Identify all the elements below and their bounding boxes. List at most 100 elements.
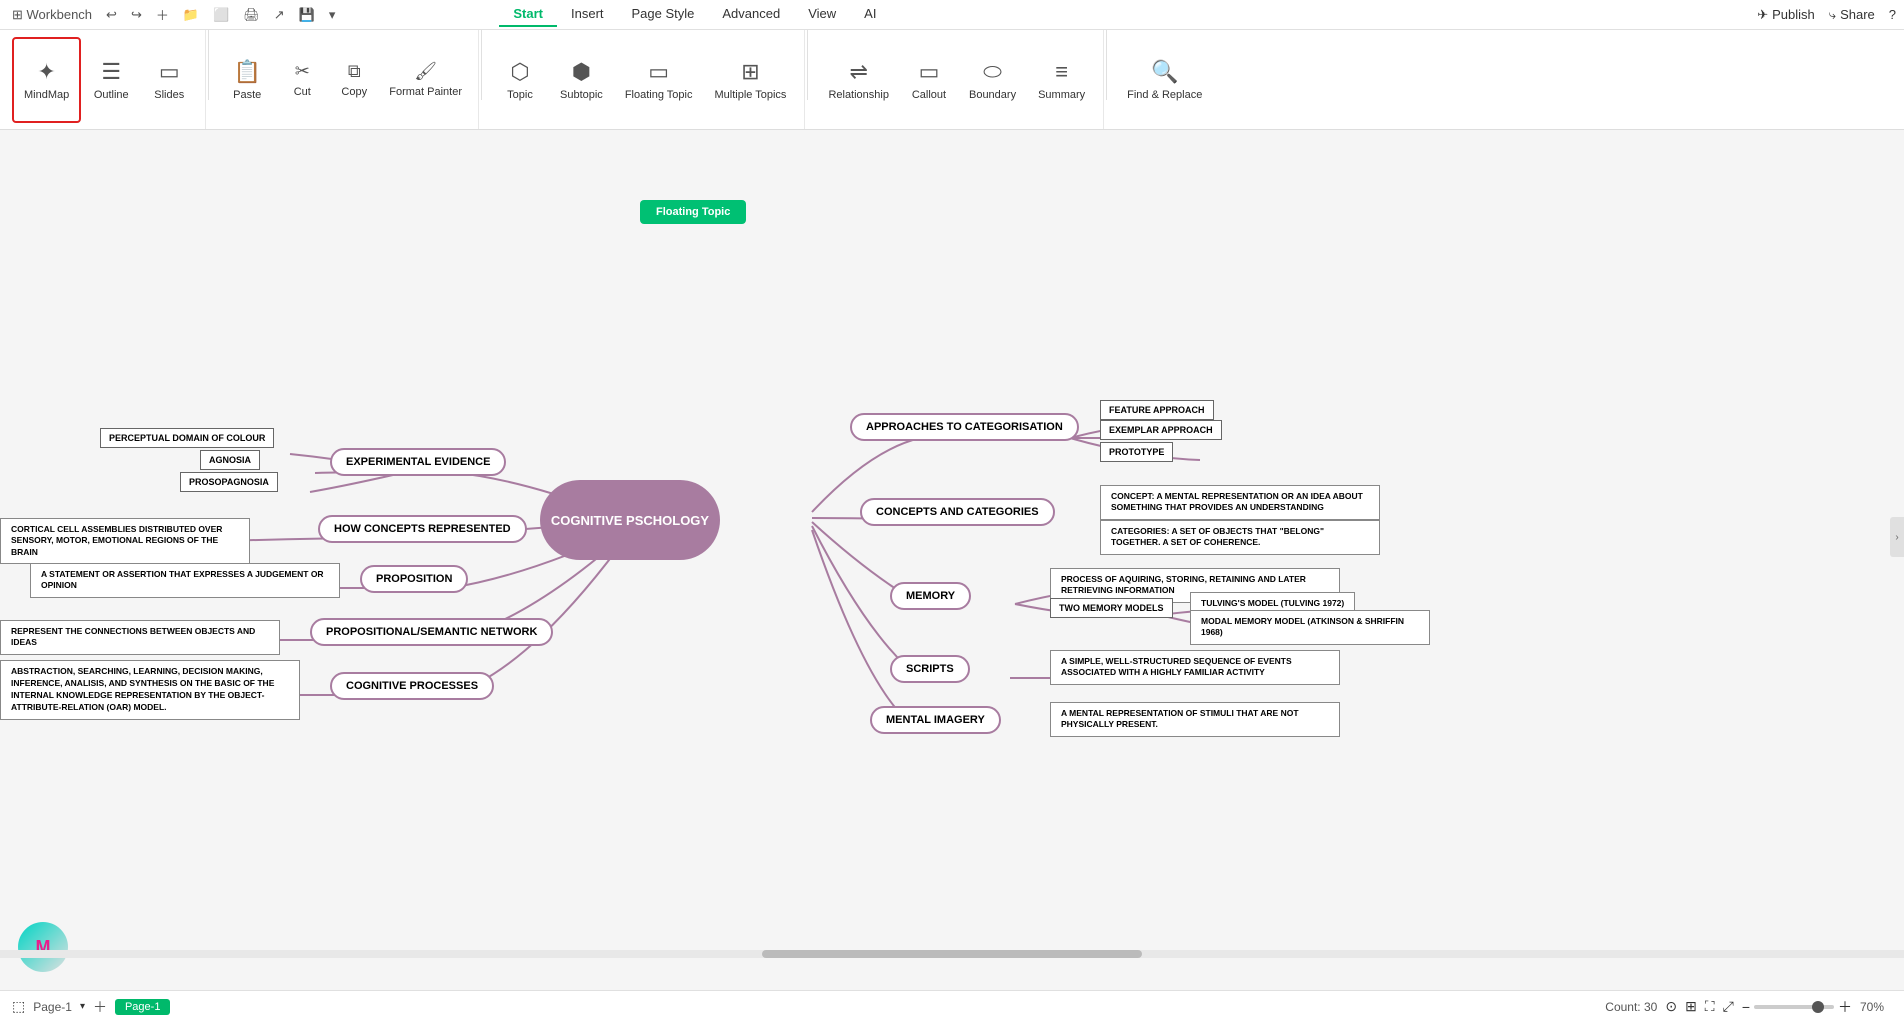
new-btn[interactable]: ＋ xyxy=(152,3,173,26)
leaf-feature[interactable]: FEATURE APPROACH xyxy=(1100,400,1214,420)
divider-4 xyxy=(1106,30,1107,100)
scrollbar-thumb[interactable] xyxy=(762,950,1143,958)
workbench-btn[interactable]: ⊞ Workbench xyxy=(8,5,96,25)
workbench-icon-badge[interactable]: M xyxy=(18,922,68,972)
fit-page-icon[interactable]: ⊙ xyxy=(1665,998,1677,1015)
paste-btn[interactable]: 📋 Paste xyxy=(219,37,275,123)
leaf-statement: A STATEMENT OR ASSERTION THAT EXPRESSES … xyxy=(30,563,340,598)
help-btn[interactable]: ? xyxy=(1889,7,1896,22)
ribbon-find-section: 🔍 Find & Replace xyxy=(1109,30,1220,129)
share-btn[interactable]: ⤷ Share xyxy=(1829,7,1875,23)
branch-cog-processes[interactable]: COGNITIVE PROCESSES xyxy=(330,672,494,700)
export-btn[interactable]: ↗ xyxy=(270,5,289,25)
status-bar-right: Count: 30 ⊙ ⊞ ⛶ ⤢ − ＋ 70% xyxy=(1605,997,1892,1017)
page-layout-icon[interactable]: ⬚ xyxy=(12,998,25,1015)
top-nav-tabs: Start Insert Page Style Advanced View AI xyxy=(499,2,890,27)
top-nav: ⊞ Workbench ↩ ↪ ＋ 📁 ⬜ 🖨 ↗ 💾 ▾ Start Inse… xyxy=(0,0,1904,30)
leaf-represent: REPRESENT THE CONNECTIONS BETWEEN OBJECT… xyxy=(0,620,280,655)
copy-btn[interactable]: ⧉ Copy xyxy=(329,37,379,123)
ribbon: ✦ MindMap ↑ ☰ Outline ▭ Slides 📋 Paste ✂… xyxy=(0,30,1904,130)
topic-icon: ⬡ xyxy=(510,59,529,85)
tab-insert[interactable]: Insert xyxy=(557,2,618,27)
leaf-scripts-def: A SIMPLE, WELL-STRUCTURED SEQUENCE OF EV… xyxy=(1050,650,1340,685)
subtopic-btn[interactable]: ⬢ Subtopic xyxy=(550,37,613,123)
leaf-concept-def: CONCEPT: A MENTAL REPRESENTATION OR AN I… xyxy=(1100,485,1380,520)
branch-how-concepts[interactable]: HOW CONCEPTS REPRESENTED xyxy=(318,515,527,543)
summary-btn[interactable]: ≡ Summary xyxy=(1028,37,1095,123)
branch-approaches[interactable]: APPROACHES TO CATEGORISATION xyxy=(850,413,1079,441)
leaf-two-memory[interactable]: TWO MEMORY MODELS xyxy=(1050,598,1173,618)
fullscreen-icon[interactable]: ⤢ xyxy=(1723,998,1734,1015)
leaf-perceptual[interactable]: PERCEPTUAL DOMAIN OF COLOUR xyxy=(100,428,274,448)
leaf-exemplar[interactable]: EXEMPLAR APPROACH xyxy=(1100,420,1222,440)
tab-ai[interactable]: AI xyxy=(850,2,890,27)
undo-btn[interactable]: ↩ xyxy=(102,5,121,25)
subtopic-icon: ⬢ xyxy=(572,59,591,85)
scrollbar[interactable] xyxy=(0,950,1904,958)
mindmap-btn[interactable]: ✦ MindMap ↑ xyxy=(12,37,81,123)
relationship-btn[interactable]: ⇌ Relationship xyxy=(818,37,899,123)
leaf-prototype[interactable]: PROTOTYPE xyxy=(1100,442,1173,462)
leaf-mental-def: A MENTAL REPRESENTATION OF STIMULI THAT … xyxy=(1050,702,1340,737)
callout-icon: ▭ xyxy=(919,59,940,85)
zoom-level: 70% xyxy=(1860,1000,1892,1014)
leaf-agnosia[interactable]: AGNOSIA xyxy=(200,450,260,470)
branch-concepts-cats[interactable]: CONCEPTS AND CATEGORIES xyxy=(860,498,1055,526)
branch-exp-evidence[interactable]: EXPERIMENTAL EVIDENCE xyxy=(330,448,506,476)
outline-icon: ☰ xyxy=(101,59,121,85)
branch-proposition[interactable]: PROPOSITION xyxy=(360,565,468,593)
top-nav-right: ✈ Publish ⤷ Share ? xyxy=(1757,7,1896,23)
more-btn[interactable]: ▾ xyxy=(325,5,340,25)
ribbon-relationship-section: ⇌ Relationship ▭ Callout ⬭ Boundary ≡ Su… xyxy=(810,30,1104,129)
print-btn[interactable]: 🖨 xyxy=(239,5,264,25)
divider-3 xyxy=(807,30,808,100)
tab-view[interactable]: View xyxy=(794,2,850,27)
zoom-control: − ＋ xyxy=(1742,997,1852,1017)
zoom-thumb xyxy=(1812,1001,1824,1013)
leaf-modal: MODAL MEMORY MODEL (ATKINSON & SHRIFFIN … xyxy=(1190,610,1430,645)
publish-btn[interactable]: ✈ Publish xyxy=(1757,7,1815,23)
format-painter-btn[interactable]: 🖌 Format Painter xyxy=(381,37,470,123)
zoom-in-btn[interactable]: ＋ xyxy=(1838,997,1852,1017)
copy-icon: ⧉ xyxy=(348,61,361,82)
grid-icon[interactable]: ⊞ xyxy=(1685,998,1697,1015)
leaf-abstraction: ABSTRACTION, SEARCHING, LEARNING, DECISI… xyxy=(0,660,300,720)
zoom-out-btn[interactable]: − xyxy=(1742,999,1750,1015)
boundary-icon: ⬭ xyxy=(983,59,1002,85)
status-bar-left: ⬚ Page-1 ▾ ＋ Page-1 xyxy=(12,997,170,1017)
mindmap-icon: ✦ xyxy=(37,59,55,85)
central-node[interactable]: COGNITIVE PSCHOLOGY xyxy=(540,480,720,560)
redo-btn[interactable]: ↪ xyxy=(127,5,146,25)
outline-btn[interactable]: ☰ Outline xyxy=(83,37,139,123)
floating-topic-icon: ▭ xyxy=(648,59,669,85)
find-replace-btn[interactable]: 🔍 Find & Replace xyxy=(1117,37,1212,123)
side-collapse-btn[interactable]: › xyxy=(1890,517,1904,557)
open-btn[interactable]: 📁 xyxy=(179,5,203,25)
window-btn[interactable]: ⬜ xyxy=(209,5,233,25)
tab-page-style[interactable]: Page Style xyxy=(618,2,709,27)
tab-start[interactable]: Start xyxy=(499,2,557,27)
floating-topic-btn[interactable]: ▭ Floating Topic xyxy=(615,37,703,123)
branch-mental-imagery[interactable]: MENTAL IMAGERY xyxy=(870,706,1001,734)
cut-btn[interactable]: ✂ Cut xyxy=(277,37,327,123)
ribbon-edit-section: 📋 Paste ✂ Cut ⧉ Copy 🖌 Format Painter xyxy=(211,30,479,129)
dropdown-arrow[interactable]: ▾ xyxy=(80,1001,85,1012)
callout-btn[interactable]: ▭ Callout xyxy=(901,37,957,123)
branch-memory[interactable]: MEMORY xyxy=(890,582,971,610)
branch-prop-semantic[interactable]: PROPOSITIONAL/SEMANTIC NETWORK xyxy=(310,618,553,646)
cut-icon: ✂ xyxy=(295,61,310,82)
screen-icon[interactable]: ⛶ xyxy=(1705,998,1715,1015)
leaf-prosopagnosia[interactable]: PROSOPAGNOSIA xyxy=(180,472,278,492)
active-page-tab[interactable]: Page-1 xyxy=(115,999,170,1015)
boundary-btn[interactable]: ⬭ Boundary xyxy=(959,37,1026,123)
topic-btn[interactable]: ⬡ Topic xyxy=(492,37,548,123)
zoom-slider[interactable] xyxy=(1754,1005,1834,1009)
branch-scripts[interactable]: SCRIPTS xyxy=(890,655,970,683)
divider-2 xyxy=(481,30,482,100)
find-replace-icon: 🔍 xyxy=(1151,59,1178,85)
multiple-topics-btn[interactable]: ⊞ Multiple Topics xyxy=(704,37,796,123)
tab-advanced[interactable]: Advanced xyxy=(708,2,794,27)
save-btn[interactable]: 💾 xyxy=(295,5,319,25)
add-page-btn[interactable]: ＋ xyxy=(93,997,107,1017)
slides-btn[interactable]: ▭ Slides xyxy=(141,37,197,123)
